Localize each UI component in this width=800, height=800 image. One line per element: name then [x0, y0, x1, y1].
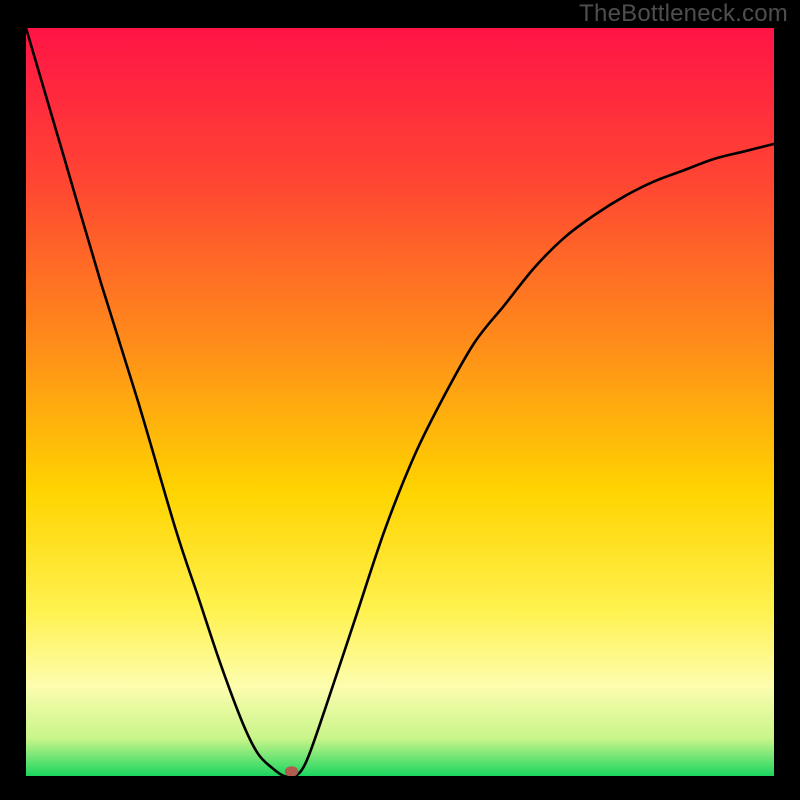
watermark-text: TheBottleneck.com — [579, 0, 788, 28]
chart-frame: TheBottleneck.com — [0, 0, 800, 800]
plot-area — [26, 28, 774, 776]
chart-svg — [26, 28, 774, 776]
